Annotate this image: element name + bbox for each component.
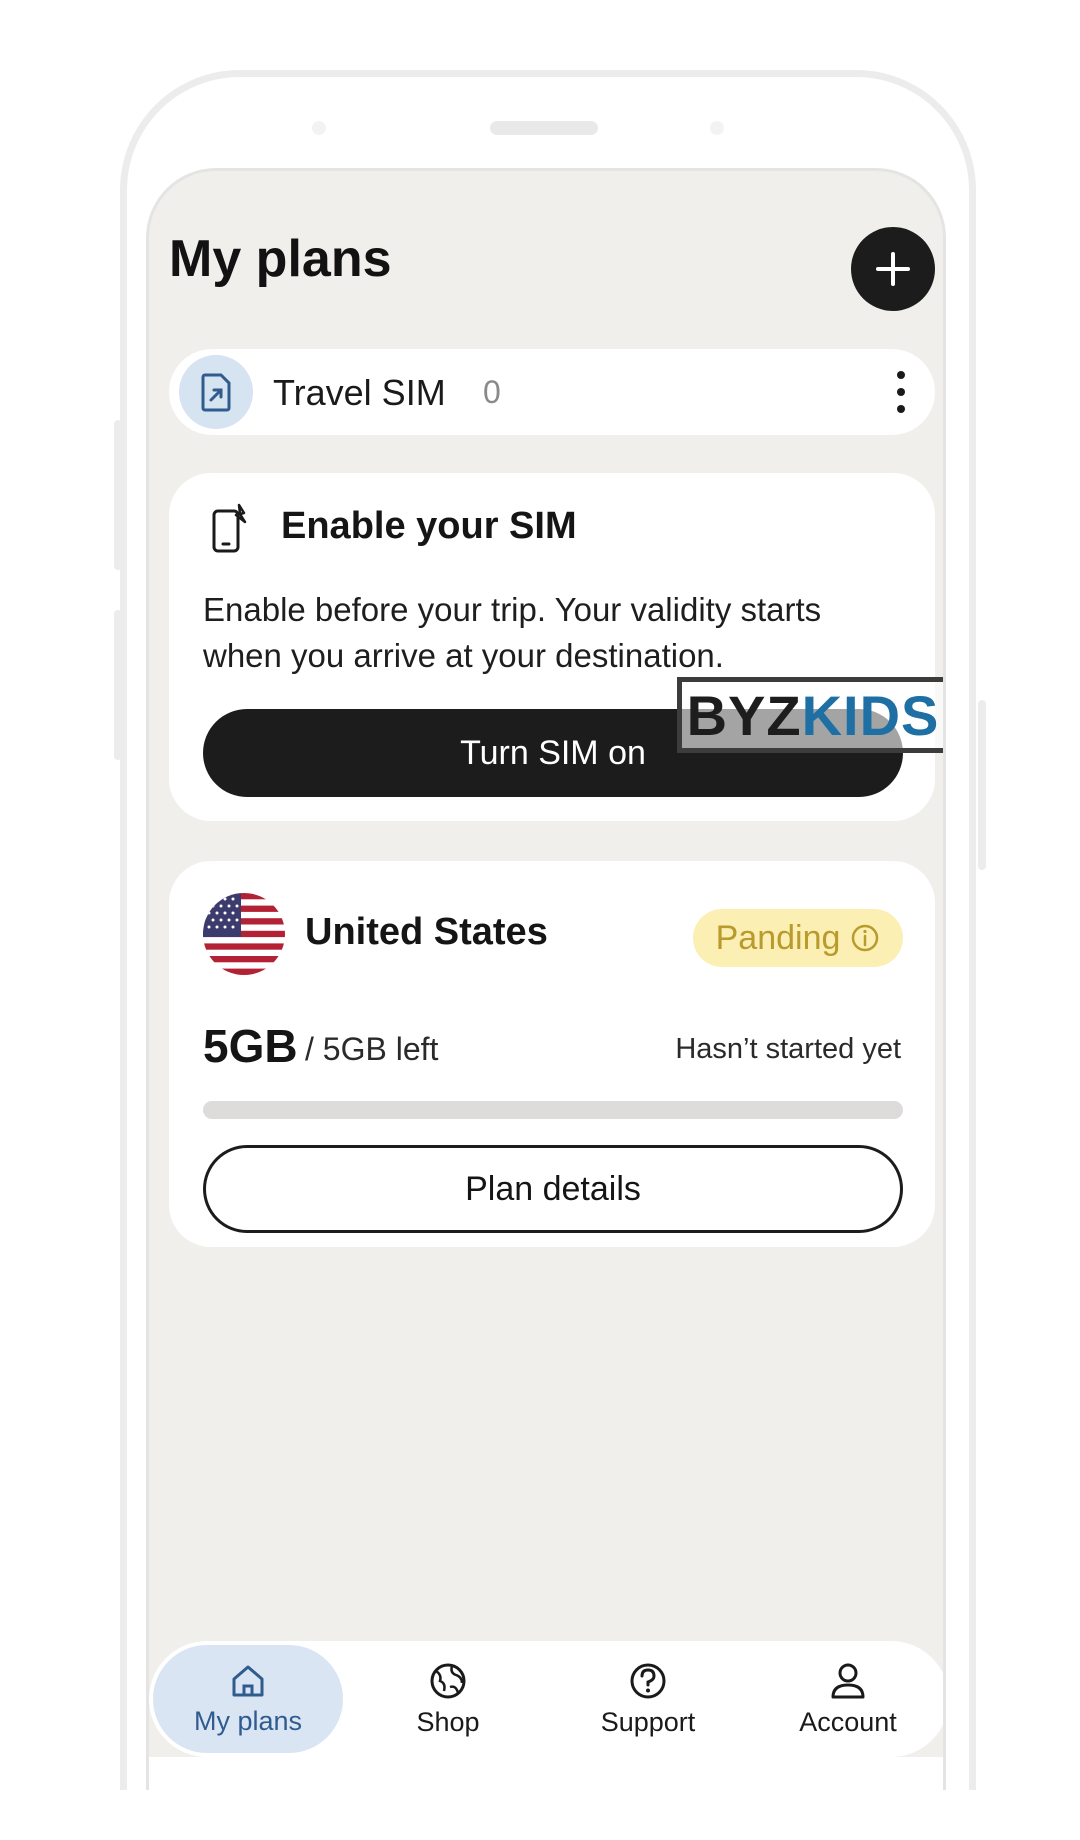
data-amount: 5GB bbox=[203, 1020, 298, 1072]
help-icon bbox=[630, 1663, 666, 1698]
app-screen: My plans Travel SIM 0 Enable your SIM En… bbox=[146, 168, 946, 1790]
globe-icon bbox=[430, 1663, 466, 1698]
us-flag-icon bbox=[203, 893, 285, 975]
phone-side-button bbox=[978, 700, 986, 870]
status-text: Panding bbox=[715, 918, 841, 957]
sim-label: Travel SIM bbox=[273, 372, 446, 413]
bottom-navigation: My plans Shop Support Account bbox=[149, 1641, 943, 1757]
nav-label: Support bbox=[600, 1706, 696, 1737]
status-badge[interactable]: Panding bbox=[693, 909, 903, 967]
nav-item-shop[interactable]: Shop bbox=[353, 1645, 543, 1753]
camera-sensor bbox=[312, 121, 326, 135]
plan-card: United States Panding 5GB / 5GB left Has… bbox=[169, 861, 935, 1247]
info-icon bbox=[852, 924, 879, 952]
add-plan-button[interactable] bbox=[851, 227, 935, 311]
plan-details-button[interactable]: Plan details bbox=[203, 1145, 903, 1233]
nav-item-my-plans[interactable]: My plans bbox=[153, 1645, 343, 1753]
nav-label: Shop bbox=[416, 1706, 480, 1737]
enable-sim-description: Enable before your trip. Your validity s… bbox=[203, 591, 822, 674]
nav-label: Account bbox=[799, 1706, 897, 1737]
watermark-part1: BYZ bbox=[686, 683, 802, 747]
enable-sim-title: Enable your SIM bbox=[281, 505, 577, 547]
screen-bottom-area bbox=[149, 1757, 943, 1790]
sim-count: 0 bbox=[483, 374, 501, 410]
home-icon bbox=[232, 1665, 264, 1696]
sim-card-icon bbox=[179, 355, 253, 429]
page-title: My plans bbox=[169, 230, 392, 288]
nav-label: My plans bbox=[193, 1705, 303, 1736]
speaker-grille bbox=[490, 121, 598, 135]
nav-item-account[interactable]: Account bbox=[753, 1645, 943, 1753]
sim-selector[interactable]: Travel SIM 0 bbox=[169, 349, 935, 435]
nav-item-support[interactable]: Support bbox=[553, 1645, 743, 1753]
watermark-logo: BYZ KIDS bbox=[677, 677, 943, 753]
watermark-part2: KIDS bbox=[801, 683, 940, 747]
data-progress-bar bbox=[203, 1101, 903, 1119]
plan-start-status: Hasn’t started yet bbox=[675, 1033, 901, 1065]
phone-side-button bbox=[114, 420, 122, 570]
enable-sim-card: Enable your SIM Enable before your trip.… bbox=[169, 473, 943, 821]
phone-side-button bbox=[114, 610, 122, 760]
camera-sensor bbox=[710, 121, 724, 135]
more-options-icon[interactable] bbox=[891, 371, 911, 413]
phone-sim-icon bbox=[212, 503, 247, 553]
data-left: / 5GB left bbox=[305, 1031, 439, 1067]
plus-icon bbox=[876, 252, 910, 286]
account-icon bbox=[831, 1663, 865, 1698]
plan-country: United States bbox=[305, 911, 548, 953]
